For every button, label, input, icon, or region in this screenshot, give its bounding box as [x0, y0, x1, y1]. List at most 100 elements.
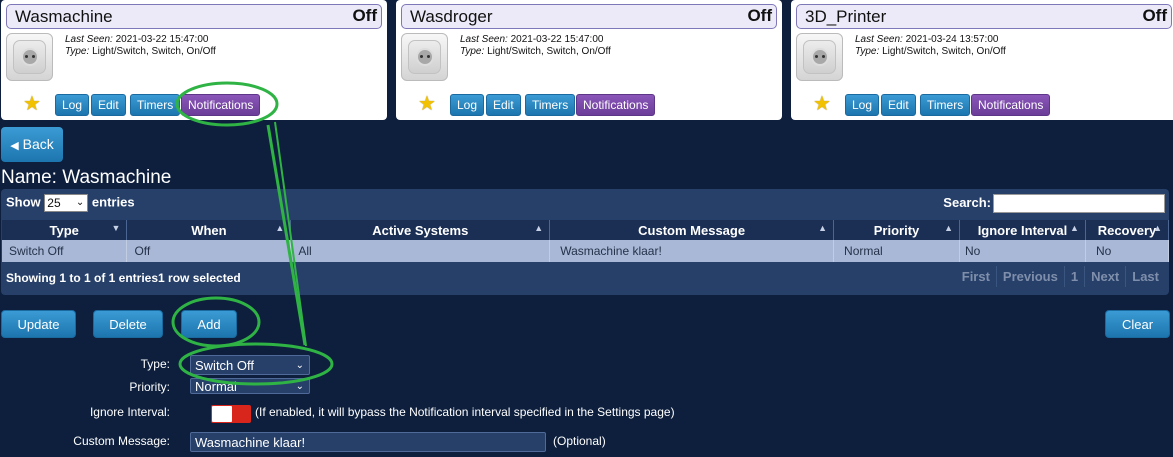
device-card-wasmachine: Wasmachine Off Last Seen: 2021-03-22 15:… [1, 0, 387, 120]
socket-icon[interactable] [796, 33, 843, 81]
delete-button[interactable]: Delete [93, 310, 163, 338]
device-name: Wasmachine [15, 7, 113, 26]
back-label: Back [22, 136, 54, 152]
page-length-control: Show 25 ⌄ entries [6, 194, 135, 212]
log-button[interactable]: Log [845, 94, 880, 116]
type-label: Type: [855, 46, 880, 57]
notifications-button[interactable]: Notifications [181, 94, 261, 116]
pager-page[interactable]: 1 [1063, 266, 1084, 287]
col-priority[interactable]: Priority ▲ [833, 220, 960, 240]
sort-icon: ▲ [275, 223, 285, 233]
socket-icon[interactable] [6, 33, 53, 81]
pager-previous[interactable]: Previous [995, 266, 1064, 287]
page-length-value: 25 [47, 196, 61, 210]
col-ignore-interval[interactable]: Ignore Interval ▲ [959, 220, 1086, 240]
col-type[interactable]: Type ▼ [2, 220, 128, 240]
entries-label: entries [91, 194, 135, 210]
priority-select[interactable]: Normal ⌄ [190, 378, 310, 394]
add-button[interactable]: Add [181, 310, 237, 338]
type-select-value: Switch Off [195, 358, 255, 373]
caret-left-icon: ◀ [10, 140, 19, 152]
chevron-down-icon: ⌄ [75, 197, 85, 208]
device-meta: Last Seen: 2021-03-24 13:57:00 Type: Lig… [855, 34, 1006, 58]
edit-button[interactable]: Edit [881, 94, 916, 116]
column-label: Recovery [1097, 222, 1157, 238]
device-card-3d-printer: 3D_Printer Off Last Seen: 2021-03-24 13:… [791, 0, 1173, 120]
update-button[interactable]: Update [1, 310, 76, 338]
star-icon[interactable]: ★ [418, 91, 436, 116]
edit-button[interactable]: Edit [91, 94, 126, 116]
column-label: Custom Message [638, 222, 746, 238]
col-when[interactable]: When ▲ [126, 220, 292, 240]
notifications-button[interactable]: Notifications [971, 94, 1051, 116]
device-header: 3D_Printer Off [796, 4, 1172, 29]
last-seen-value: 2021-03-24 13:57:00 [905, 34, 999, 45]
back-button[interactable]: ◀ Back [1, 127, 63, 162]
notifications-table-panel: Show 25 ⌄ entries Search: Type ▼ When ▲ Ac… [1, 189, 1170, 295]
search-input[interactable] [993, 194, 1165, 213]
device-state[interactable]: Off [352, 6, 377, 26]
col-active-systems[interactable]: Active Systems ▲ [290, 220, 551, 240]
sort-icon: ▲ [1070, 223, 1079, 233]
custom-message-value: Wasmachine klaar! [195, 435, 306, 450]
device-state[interactable]: Off [747, 6, 772, 26]
type-label: Type: [140, 357, 170, 371]
device-name: 3D_Printer [805, 7, 887, 26]
table-cell: Normal [833, 240, 960, 262]
sort-icon: ▲ [818, 223, 828, 233]
chevron-down-icon: ⌄ [295, 381, 304, 392]
ignore-interval-toggle[interactable] [211, 405, 251, 423]
timers-button[interactable]: Timers [525, 94, 576, 116]
chevron-down-icon: ⌄ [295, 360, 304, 371]
edit-button[interactable]: Edit [486, 94, 521, 116]
table-cell: No [1085, 240, 1170, 262]
star-icon[interactable]: ★ [813, 91, 831, 116]
custom-message-hint: (Optional) [553, 434, 606, 448]
type-value: Light/Switch, Switch, On/Off [882, 46, 1006, 57]
pager-next[interactable]: Next [1084, 266, 1125, 287]
device-name: Wasdroger [410, 7, 493, 26]
priority-select-value: Normal [195, 379, 237, 394]
device-state[interactable]: Off [1142, 6, 1167, 26]
notifications-button[interactable]: Notifications [576, 94, 656, 116]
type-label: Type: [65, 46, 90, 57]
log-button[interactable]: Log [55, 94, 90, 116]
log-button[interactable]: Log [450, 94, 485, 116]
table-cell: No [959, 240, 1086, 262]
device-card-wasdroger: Wasdroger Off Last Seen: 2021-03-22 15:4… [396, 0, 782, 120]
clear-button[interactable]: Clear [1105, 310, 1170, 338]
custom-message-input[interactable]: Wasmachine klaar! [190, 432, 546, 452]
socket-icon[interactable] [401, 33, 448, 81]
last-seen-label: Last Seen: [65, 34, 113, 45]
pager-last[interactable]: Last [1125, 266, 1165, 287]
sort-icon: ▲ [944, 223, 953, 233]
col-custom-message[interactable]: Custom Message ▲ [549, 220, 835, 240]
column-label: Priority [873, 222, 920, 238]
column-label: Type [49, 222, 79, 238]
ignore-interval-hint: (If enabled, it will bypass the Notifica… [255, 405, 675, 419]
type-value: Light/Switch, Switch, On/Off [92, 46, 216, 57]
column-label: When [191, 222, 227, 238]
star-icon[interactable]: ★ [23, 91, 41, 116]
table-cell: All [290, 240, 551, 262]
timers-button[interactable]: Timers [920, 94, 971, 116]
page-length-select[interactable]: 25 ⌄ [44, 194, 89, 212]
priority-label: Priority: [129, 380, 170, 394]
col-recovery[interactable]: Recovery ▲ [1085, 220, 1170, 240]
timers-button[interactable]: Timers [130, 94, 181, 116]
device-header: Wasmachine Off [6, 4, 382, 29]
table-header-row: Type ▼ When ▲ Active Systems ▲ Custom Messa… [2, 220, 1170, 240]
device-header: Wasdroger Off [401, 4, 777, 29]
show-label: Show [6, 194, 41, 210]
table-info: Showing 1 to 1 of 1 entries1 row selecte… [6, 271, 241, 285]
type-select[interactable]: Switch Off ⌄ [190, 355, 310, 375]
column-label: Ignore Interval [977, 222, 1068, 238]
pagination: First Previous 1 Next Last [956, 266, 1165, 287]
custom-message-label: Custom Message: [73, 434, 170, 448]
device-meta: Last Seen: 2021-03-22 15:47:00 Type: Lig… [460, 34, 611, 58]
pager-first[interactable]: First [956, 266, 996, 287]
last-seen-label: Last Seen: [855, 34, 903, 45]
table-row[interactable]: Switch Off Off All Wasmachine klaar! Nor… [2, 240, 1170, 262]
column-label: Active Systems [372, 222, 469, 238]
last-seen-label: Last Seen: [460, 34, 508, 45]
